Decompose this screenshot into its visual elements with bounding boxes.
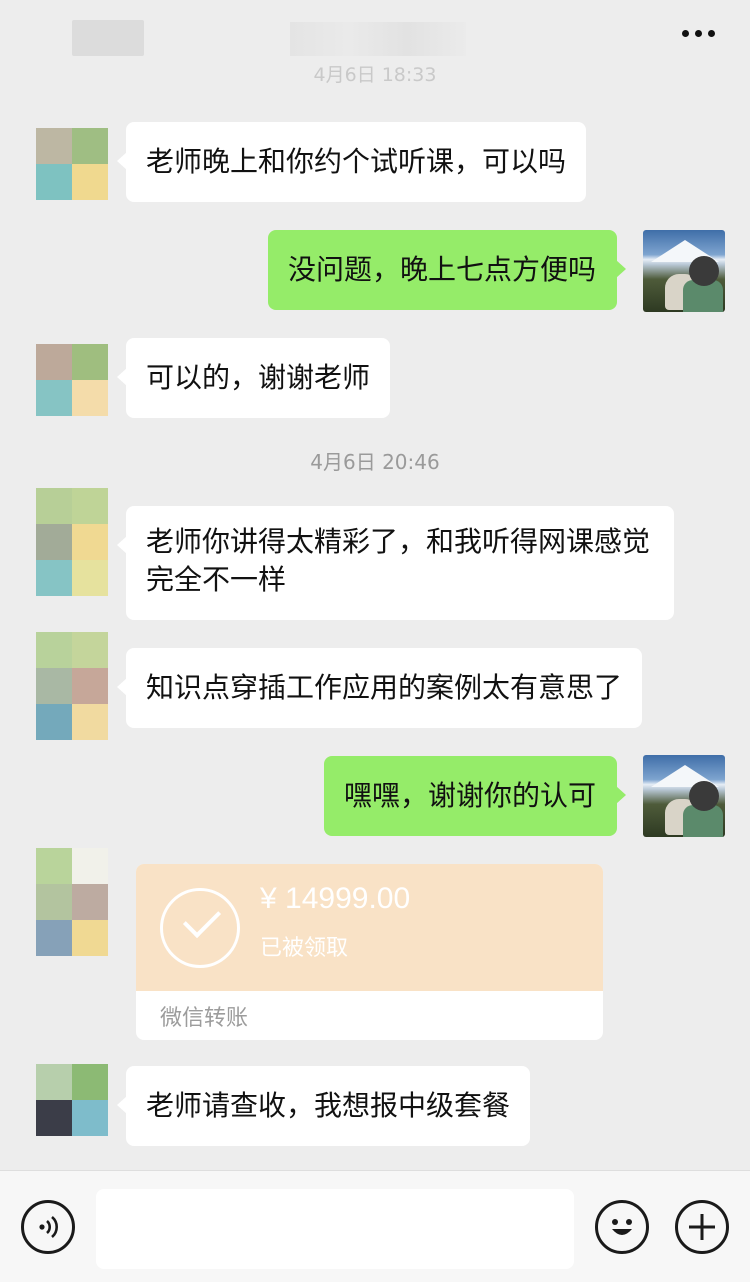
message-bubble-self[interactable]: 嘿嘿，谢谢你的认可	[324, 756, 626, 836]
transfer-label: 微信转账	[160, 1006, 249, 1031]
message-bubble[interactable]: 老师请查收，我想报中级套餐	[117, 1066, 530, 1146]
contact-avatar[interactable]	[36, 488, 108, 596]
contact-avatar[interactable]	[36, 848, 108, 956]
input-bar	[0, 1170, 750, 1282]
message-text: 嘿嘿，谢谢你的认可	[344, 779, 597, 812]
plus-icon[interactable]	[675, 1200, 729, 1254]
more-dots-icon[interactable]	[668, 18, 728, 48]
message-text: 老师你讲得太精彩了，和我听得网课感觉完全不一样	[146, 525, 651, 596]
contact-avatar[interactable]	[36, 1064, 108, 1136]
message-bubble[interactable]: 老师晚上和你约个试听课，可以吗	[117, 122, 586, 202]
message-text: 老师晚上和你约个试听课，可以吗	[146, 145, 567, 178]
transfer-card[interactable]: ¥ 14999.00 已被领取 微信转账	[136, 864, 603, 1040]
check-circle-icon	[160, 888, 240, 968]
chat-title-blurred	[290, 22, 466, 56]
voice-icon[interactable]	[21, 1200, 75, 1254]
contact-avatar[interactable]	[36, 632, 108, 740]
contact-avatar[interactable]	[36, 344, 108, 416]
message-bubble-self[interactable]: 没问题，晚上七点方便吗	[268, 230, 626, 310]
transfer-status: 已被领取	[260, 936, 349, 961]
message-text: 没问题，晚上七点方便吗	[288, 253, 597, 286]
timestamp: 4月6日 20:46	[310, 450, 440, 474]
contact-name-blurred	[72, 20, 144, 56]
partial-timestamp: 4月6日 18:33	[313, 64, 437, 84]
my-avatar[interactable]	[643, 230, 725, 312]
emoji-icon[interactable]	[595, 1200, 649, 1254]
message-text: 知识点穿插工作应用的案例太有意思了	[146, 671, 623, 704]
my-avatar[interactable]	[643, 755, 725, 837]
message-bubble[interactable]: 老师你讲得太精彩了，和我听得网课感觉完全不一样	[117, 506, 674, 620]
message-input[interactable]	[96, 1189, 574, 1269]
message-text: 可以的，谢谢老师	[146, 361, 371, 394]
contact-avatar[interactable]	[36, 128, 108, 200]
transfer-amount: ¥ 14999.00	[260, 882, 411, 915]
message-text: 老师请查收，我想报中级套餐	[146, 1089, 511, 1122]
message-bubble[interactable]: 知识点穿插工作应用的案例太有意思了	[117, 648, 642, 728]
message-bubble[interactable]: 可以的，谢谢老师	[117, 338, 390, 418]
